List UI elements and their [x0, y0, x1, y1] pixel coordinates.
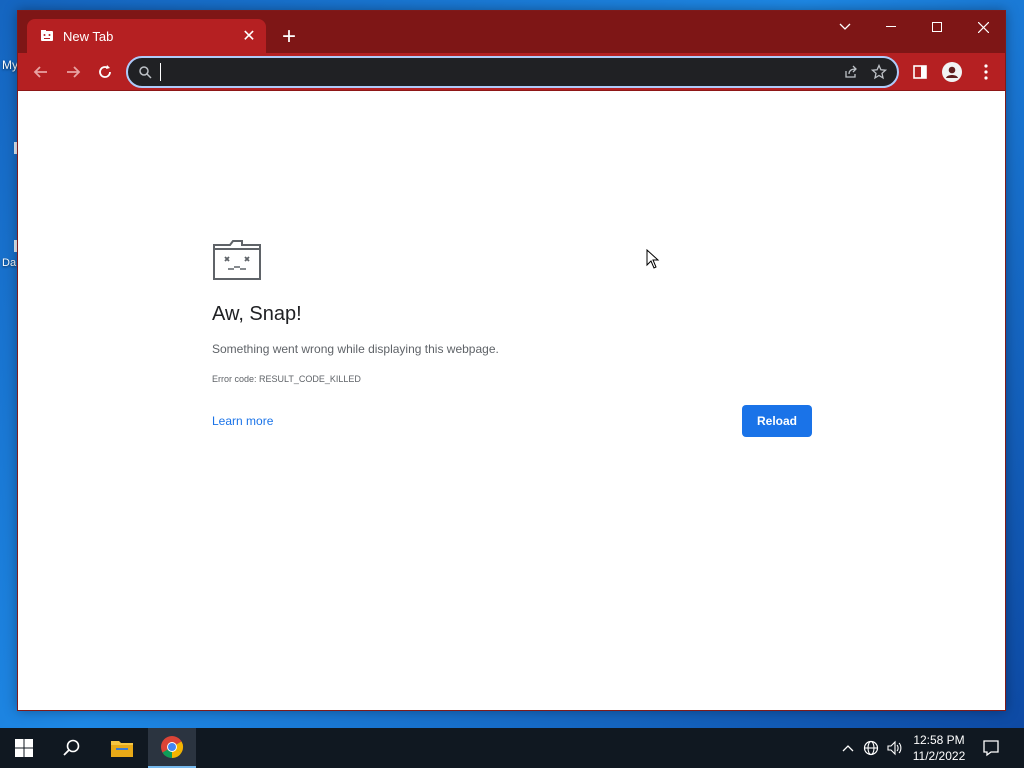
address-bar[interactable]	[126, 56, 899, 88]
profile-avatar-icon[interactable]	[937, 57, 967, 87]
error-page: Aw, Snap! Something went wrong while dis…	[18, 91, 1005, 710]
start-button[interactable]	[0, 728, 48, 768]
clock-date: 11/2/2022	[912, 749, 966, 763]
sad-page-icon	[39, 28, 55, 44]
new-tab-button[interactable]: +	[276, 25, 302, 51]
taskbar: 12:58 PM 11/2/2022	[0, 728, 1024, 768]
reload-button[interactable]: Reload	[742, 405, 812, 437]
side-panel-icon[interactable]	[905, 57, 935, 87]
text-caret	[160, 63, 161, 81]
chevron-up-icon[interactable]	[838, 738, 858, 758]
tab-search-button[interactable]	[822, 13, 868, 41]
reload-icon[interactable]	[90, 57, 120, 87]
forward-arrow-icon[interactable]	[58, 57, 88, 87]
desktop-icon-label[interactable]: Da	[2, 257, 16, 269]
learn-more-link[interactable]: Learn more	[212, 414, 273, 428]
tab-new-tab[interactable]: New Tab ✕	[27, 19, 266, 53]
mouse-pointer-icon	[646, 248, 660, 274]
file-explorer-icon[interactable]	[98, 728, 146, 768]
error-description: Something went wrong while displaying th…	[212, 342, 499, 356]
close-window-button[interactable]	[960, 13, 1006, 41]
system-clock[interactable]: 12:58 PM 11/2/2022	[906, 732, 972, 764]
error-heading: Aw, Snap!	[212, 303, 302, 325]
network-globe-icon[interactable]	[861, 738, 881, 758]
error-code: Error code: RESULT_CODE_KILLED	[212, 374, 361, 384]
taskbar-search-icon[interactable]	[48, 728, 96, 768]
sad-folder-icon	[212, 239, 262, 286]
address-input[interactable]	[169, 61, 837, 83]
search-icon	[138, 63, 156, 81]
more-menu-icon[interactable]	[971, 57, 1001, 87]
desktop-icon-label[interactable]: My	[2, 58, 18, 72]
chrome-taskbar-icon[interactable]	[148, 728, 196, 768]
volume-icon[interactable]	[884, 738, 904, 758]
clock-time: 12:58 PM	[913, 733, 965, 747]
notification-icon[interactable]	[978, 736, 1004, 760]
back-arrow-icon[interactable]	[26, 57, 56, 87]
title-bar: New Tab ✕ +	[18, 11, 1005, 53]
maximize-button[interactable]	[914, 13, 960, 41]
minimize-button[interactable]	[868, 13, 914, 41]
toolbar	[18, 53, 1005, 91]
share-icon[interactable]	[837, 58, 865, 86]
tab-close-icon[interactable]: ✕	[238, 25, 260, 47]
tab-title: New Tab	[63, 28, 114, 44]
bookmark-star-icon[interactable]	[865, 58, 893, 86]
browser-window: New Tab ✕ + Aw, Snap! Something went wro…	[17, 10, 1006, 711]
